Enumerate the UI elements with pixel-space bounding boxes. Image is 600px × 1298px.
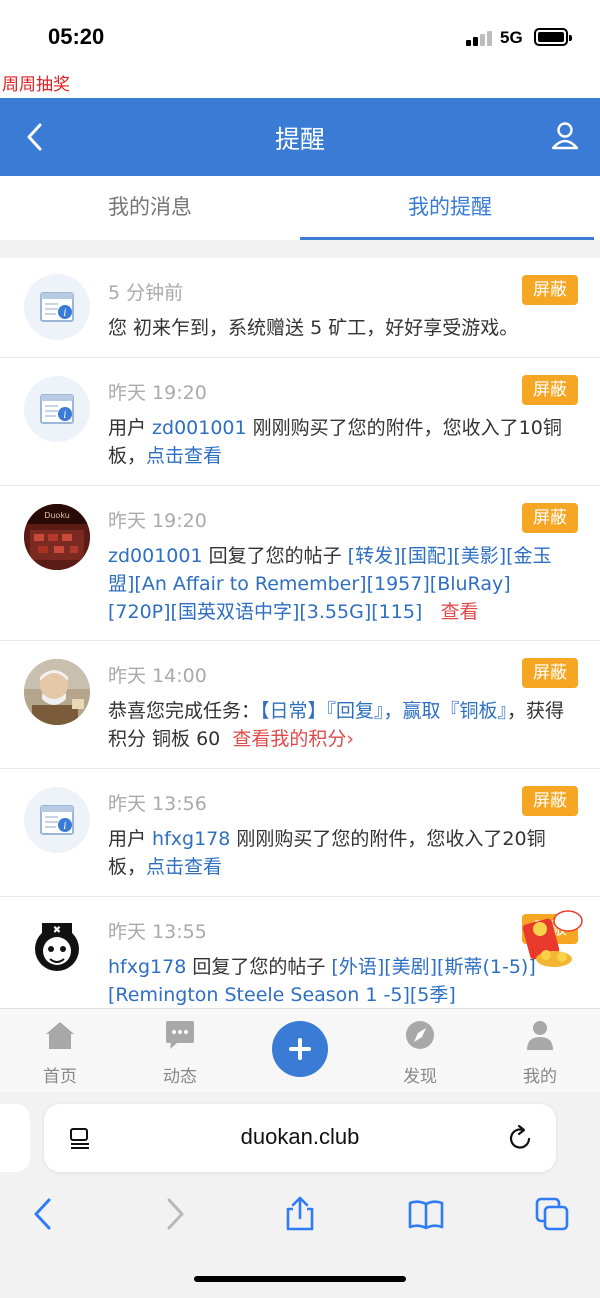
- user-link[interactable]: zd001001: [152, 417, 247, 439]
- block-button[interactable]: 屏蔽: [522, 275, 578, 305]
- avatar: i: [24, 274, 90, 340]
- block-button[interactable]: 屏蔽: [522, 786, 578, 816]
- avatar-image: ✖: [24, 913, 90, 979]
- svg-text:i: i: [63, 308, 66, 319]
- forward-arrow-icon[interactable]: [156, 1196, 192, 1232]
- view-button[interactable]: 查看: [440, 601, 478, 623]
- item-message: 用户 hfxg178 刚刚购买了您的附件，您收入了20铜板，点击查看: [108, 825, 570, 881]
- block-button[interactable]: 屏蔽: [522, 503, 578, 533]
- reload-icon[interactable]: [508, 1124, 534, 1152]
- user-link[interactable]: hfxg178: [152, 828, 230, 850]
- nav-label: 发现: [403, 1067, 437, 1087]
- block-button[interactable]: 屏蔽: [522, 658, 578, 688]
- status-time: 05:20: [48, 24, 105, 49]
- avatar: ✖: [24, 913, 90, 979]
- app-header: 提醒: [0, 98, 600, 176]
- list-item: i 昨天 19:20 屏蔽 用户 zd001001 刚刚购买了您的附件，您收入了…: [0, 358, 600, 486]
- avatar-image: Duoku: [24, 504, 90, 570]
- back-arrow-icon[interactable]: [26, 1196, 62, 1232]
- avatar: i: [24, 376, 90, 442]
- view-link[interactable]: 点击查看: [146, 856, 222, 878]
- item-message: hfxg178 回复了您的帖子 [外语][美剧][斯蒂(1-5)][Reming…: [108, 953, 570, 1008]
- bottom-nav: 首页 动态 发现 我的: [0, 1008, 600, 1092]
- message-text: 用户: [108, 417, 153, 439]
- item-time: 昨天 14:00: [108, 665, 207, 687]
- svg-text:i: i: [63, 410, 66, 421]
- tab-my-reminders[interactable]: 我的提醒: [300, 176, 600, 240]
- message-text: 恭喜您完成任务：: [108, 700, 261, 722]
- signal-icon: [466, 30, 494, 46]
- message-text: 回复了您的帖子: [186, 956, 332, 978]
- item-time: 昨天 13:56: [108, 793, 207, 815]
- user-icon[interactable]: [550, 120, 580, 152]
- block-button[interactable]: 屏蔽: [522, 375, 578, 405]
- network-type: 5G: [500, 28, 523, 47]
- page-title: 提醒: [274, 125, 325, 154]
- task-link[interactable]: 【日常】『回复』，赢取『铜板』: [260, 700, 507, 722]
- status-bar: 05:20 5G: [0, 0, 600, 72]
- add-post-button[interactable]: [272, 1021, 328, 1077]
- item-message: 用户 zd001001 刚刚购买了您的附件，您收入了10铜板，点击查看: [108, 414, 570, 470]
- item-message: zd001001 回复了您的帖子 [转发][国配][美影][金玉盟][An Af…: [108, 542, 570, 626]
- nav-label: 我的: [523, 1067, 557, 1087]
- user-link[interactable]: zd001001: [108, 545, 203, 567]
- list-item: Duoku 昨天 19:20 屏蔽 zd001001 回复了您的帖子 [转发][…: [0, 486, 600, 641]
- nav-activity[interactable]: 动态: [140, 1019, 220, 1087]
- list-item: i 昨天 13:56 屏蔽 用户 hfxg178 刚刚购买了您的附件，您收入了2…: [0, 769, 600, 897]
- avatar-image: [24, 659, 90, 725]
- view-link[interactable]: 点击查看: [146, 445, 222, 467]
- item-time: 昨天 13:55: [108, 921, 207, 943]
- bookmarks-icon[interactable]: [408, 1196, 444, 1232]
- reminder-list: i 5 分钟前 屏蔽 您 初来乍到，系统赠送 5 矿工，好好享受游戏。 i 昨天…: [0, 258, 600, 1008]
- system-notice-icon: i: [40, 292, 74, 322]
- user-link[interactable]: hfxg178: [108, 956, 186, 978]
- share-icon[interactable]: [282, 1196, 318, 1232]
- nav-label: 动态: [163, 1067, 197, 1087]
- avatar: Duoku: [24, 504, 90, 570]
- list-item: i 5 分钟前 屏蔽 您 初来乍到，系统赠送 5 矿工，好好享受游戏。: [0, 258, 600, 358]
- system-notice-icon: i: [40, 394, 74, 424]
- item-time: 昨天 19:20: [108, 510, 207, 532]
- nav-me[interactable]: 我的: [500, 1019, 580, 1087]
- home-icon: [46, 1022, 74, 1049]
- nav-discover[interactable]: 发现: [380, 1019, 460, 1087]
- tab-bar: 我的消息 我的提醒: [0, 176, 600, 240]
- nav-label: 首页: [43, 1067, 77, 1087]
- browser-toolbar: duokan.club: [0, 1092, 600, 1298]
- person-icon: [527, 1021, 553, 1050]
- avatar: i: [24, 787, 90, 853]
- battery-icon: [534, 28, 572, 46]
- promo-link[interactable]: 周周抽奖: [0, 72, 600, 98]
- list-item: ✖ 昨天 13:55 屏蔽 hfxg178 回复了您的帖子 [外语][美剧][斯…: [0, 897, 600, 1008]
- system-notice-icon: i: [40, 805, 74, 835]
- chat-bubble-icon: [166, 1021, 194, 1049]
- previous-tab-preview[interactable]: [0, 1104, 30, 1172]
- nav-home[interactable]: 首页: [20, 1019, 100, 1087]
- red-packet-icon[interactable]: [520, 907, 584, 971]
- svg-text:✖: ✖: [53, 925, 61, 936]
- address-bar[interactable]: duokan.club: [44, 1104, 556, 1172]
- compass-icon: [406, 1021, 434, 1049]
- avatar: [24, 659, 90, 725]
- view-points-link[interactable]: 查看我的积分›: [232, 728, 354, 750]
- tabs-icon[interactable]: [534, 1196, 570, 1232]
- message-text: 回复了您的帖子: [202, 545, 348, 567]
- list-item: 昨天 14:00 屏蔽 恭喜您完成任务：【日常】『回复』，赢取『铜板』，获得积分…: [0, 641, 600, 769]
- item-message: 您 初来乍到，系统赠送 5 矿工，好好享受游戏。: [108, 317, 519, 339]
- message-text: 用户: [108, 828, 153, 850]
- home-indicator: [194, 1276, 406, 1282]
- svg-text:i: i: [63, 821, 66, 832]
- item-time: 昨天 19:20: [108, 382, 207, 404]
- item-message: 恭喜您完成任务：【日常】『回复』，赢取『铜板』，获得积分 铜板 60 查看我的积…: [108, 697, 570, 753]
- item-time: 5 分钟前: [108, 282, 184, 304]
- url-text: duokan.club: [240, 1124, 360, 1149]
- tab-my-messages[interactable]: 我的消息: [0, 176, 300, 240]
- svg-text:Duoku: Duoku: [44, 511, 70, 520]
